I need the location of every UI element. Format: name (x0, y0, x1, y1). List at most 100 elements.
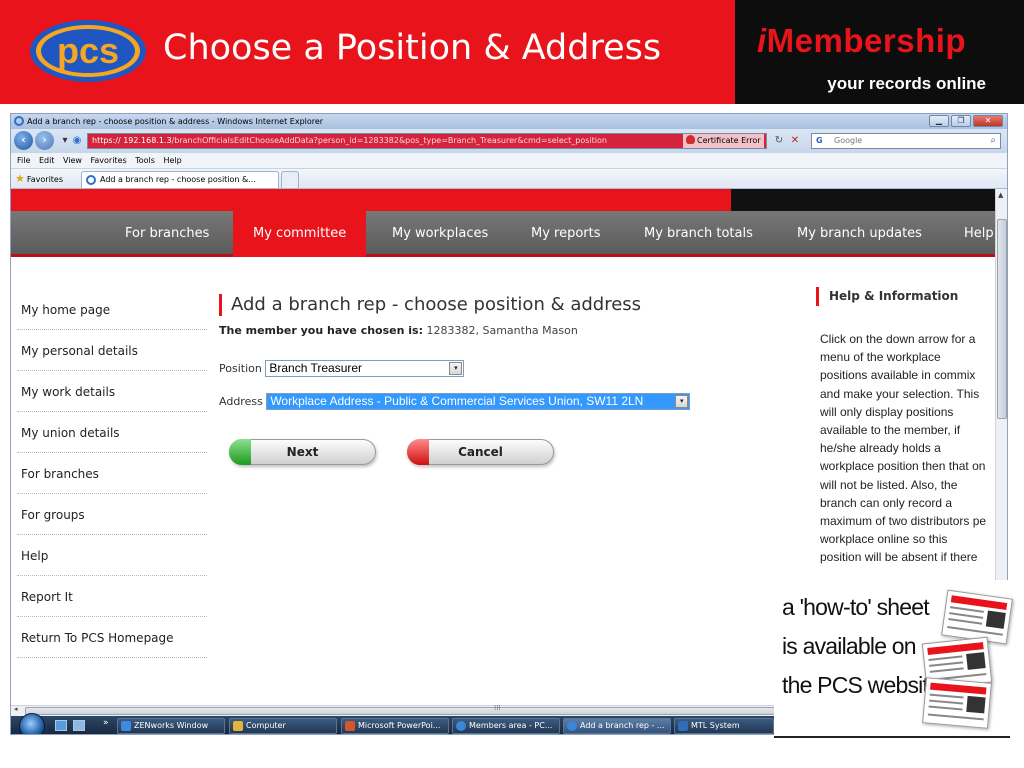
minimize-button[interactable]: ▁ (929, 115, 949, 127)
refresh-icon[interactable]: ↻ (771, 133, 787, 149)
task-label: Microsoft PowerPoi... (358, 721, 441, 730)
task-computer[interactable]: Computer (229, 718, 337, 734)
task-label: Computer (246, 721, 286, 730)
address-label: Address (219, 395, 263, 408)
google-icon: G (816, 136, 823, 145)
sidebar-item-help[interactable]: Help (17, 535, 207, 576)
howto-callout: a 'how-to' sheet is available on the PCS… (774, 580, 1024, 738)
menu-tools[interactable]: Tools (135, 156, 155, 165)
browser-tab[interactable]: Add a branch rep - choose position &... (81, 171, 279, 188)
member-label: The member you have chosen is: (219, 324, 423, 337)
sidebar-item-home[interactable]: My home page (17, 289, 207, 330)
sidebar-item-personal-details[interactable]: My personal details (17, 330, 207, 371)
position-row: Position Branch Treasurer ▾ (219, 360, 465, 377)
zenworks-icon (121, 721, 131, 731)
next-button[interactable]: Next (229, 439, 376, 465)
slide-title: Choose a Position & Address (163, 28, 662, 68)
imembership-logo: iMembership your records online (735, 0, 1024, 104)
scroll-up-icon[interactable]: ▲ (998, 191, 1003, 199)
windows-start-icon[interactable] (19, 713, 45, 734)
nav-my-committee[interactable]: My committee (233, 211, 367, 257)
address-select[interactable]: Workplace Address - Public & Commercial … (266, 393, 691, 410)
cancel-button[interactable]: Cancel (407, 439, 554, 465)
task-label: Members area - PC... (469, 721, 553, 730)
quicklaunch-icon[interactable] (73, 720, 85, 731)
position-value: Branch Treasurer (269, 361, 363, 375)
menu-help[interactable]: Help (163, 156, 181, 165)
site-banner (11, 189, 731, 211)
sidebar-item-return-home[interactable]: Return To PCS Homepage (17, 617, 207, 658)
shield-icon (686, 135, 695, 144)
chevron-right-icon[interactable]: » (103, 718, 109, 728)
close-button[interactable]: ✕ (973, 115, 1003, 127)
pcs-logo-text: pcs (57, 30, 119, 71)
menu-bar: File Edit View Favorites Tools Help (11, 153, 1007, 169)
help-panel: Help & Information Click on the down arr… (816, 287, 995, 567)
menu-view[interactable]: View (63, 156, 82, 165)
member-value: 1283382, Samantha Mason (423, 324, 578, 337)
ie-icon (456, 721, 466, 731)
task-members-area[interactable]: Members area - PC... (452, 718, 560, 734)
sidebar-item-union-details[interactable]: My union details (17, 412, 207, 453)
favorites-label[interactable]: Favorites (27, 175, 63, 184)
forward-icon[interactable]: › (35, 131, 54, 150)
back-icon[interactable]: ‹ (14, 131, 33, 150)
mtl-icon (678, 721, 688, 731)
page-title: Add a branch rep - choose position & add… (219, 294, 779, 316)
address-value: Workplace Address - Public & Commercial … (270, 394, 644, 408)
howto-sheet-image (941, 589, 1013, 645)
sidebar-item-for-branches[interactable]: For branches (17, 453, 207, 494)
star-icon[interactable]: ★ (15, 172, 25, 185)
nav-my-branch-totals[interactable]: My branch totals (644, 211, 753, 257)
url-path: /branchOfficialsEditChooseAddData?person… (171, 136, 607, 145)
tab-ie-icon (86, 175, 96, 185)
task-powerpoint[interactable]: Microsoft PowerPoi... (341, 718, 449, 734)
computer-icon (233, 721, 243, 731)
brand-i: i (757, 22, 767, 59)
ie-icon (14, 116, 24, 126)
url-host: https:// 192.168.1.3 (92, 136, 172, 145)
position-select[interactable]: Branch Treasurer ▾ (265, 360, 465, 377)
search-input[interactable]: G Google ⌕ (811, 133, 1001, 149)
brand-name: Membership (766, 22, 967, 59)
chevron-down-icon[interactable]: ▾ (449, 362, 463, 375)
vertical-scroll-thumb[interactable] (997, 219, 1007, 419)
next-button-label: Next (286, 445, 319, 459)
menu-favorites[interactable]: Favorites (91, 156, 127, 165)
menu-edit[interactable]: Edit (39, 156, 55, 165)
scroll-left-icon[interactable]: ◂ (14, 705, 18, 713)
sidebar-item-work-details[interactable]: My work details (17, 371, 207, 412)
chevron-down-icon[interactable]: ▾ (675, 395, 689, 408)
nav-my-branch-updates[interactable]: My branch updates (797, 211, 922, 257)
url-field[interactable]: https:// 192.168.1.3/branchOfficialsEdit… (87, 133, 767, 149)
help-text: Click on the down arrow for a menu of th… (820, 332, 987, 565)
certificate-error-label: Certificate Error (697, 136, 761, 145)
restore-button[interactable]: ❐ (951, 115, 971, 127)
address-row: Address Workplace Address - Public & Com… (219, 393, 691, 410)
nav-my-workplaces[interactable]: My workplaces (392, 211, 488, 257)
certificate-error[interactable]: Certificate Error (683, 134, 764, 148)
search-placeholder: Google (834, 136, 863, 145)
sidebar-item-report-it[interactable]: Report It (17, 576, 207, 617)
tab-label: Add a branch rep - choose position &... (100, 175, 256, 184)
position-label: Position (219, 362, 262, 375)
task-zenworks[interactable]: ZENworks Window (117, 718, 225, 734)
sidebar-item-for-groups[interactable]: For groups (17, 494, 207, 535)
nav-my-reports[interactable]: My reports (531, 211, 601, 257)
task-label: MTL System (691, 721, 740, 730)
nav-for-branches[interactable]: For branches (125, 211, 209, 257)
favorites-bar: ★ Favorites Add a branch rep - choose pos… (11, 169, 1007, 189)
task-add-branch-rep[interactable]: Add a branch rep - ... (563, 718, 671, 734)
show-desktop-icon[interactable] (55, 720, 67, 731)
howto-sheet-image (922, 677, 992, 729)
search-icon[interactable]: ⌕ (990, 134, 996, 148)
horizontal-scroll-thumb[interactable] (25, 707, 775, 715)
stop-icon[interactable]: ✕ (787, 133, 803, 149)
task-mtl-system[interactable]: MTL System (674, 718, 774, 734)
address-bar: ‹ › ▾ ◉ https:// 192.168.1.3/branchOffic… (11, 129, 1007, 153)
divider (774, 736, 1010, 738)
menu-file[interactable]: File (17, 156, 30, 165)
new-tab-button[interactable] (281, 171, 299, 188)
nav-help[interactable]: Help (964, 211, 994, 257)
pcs-logo: pcs (30, 20, 146, 82)
